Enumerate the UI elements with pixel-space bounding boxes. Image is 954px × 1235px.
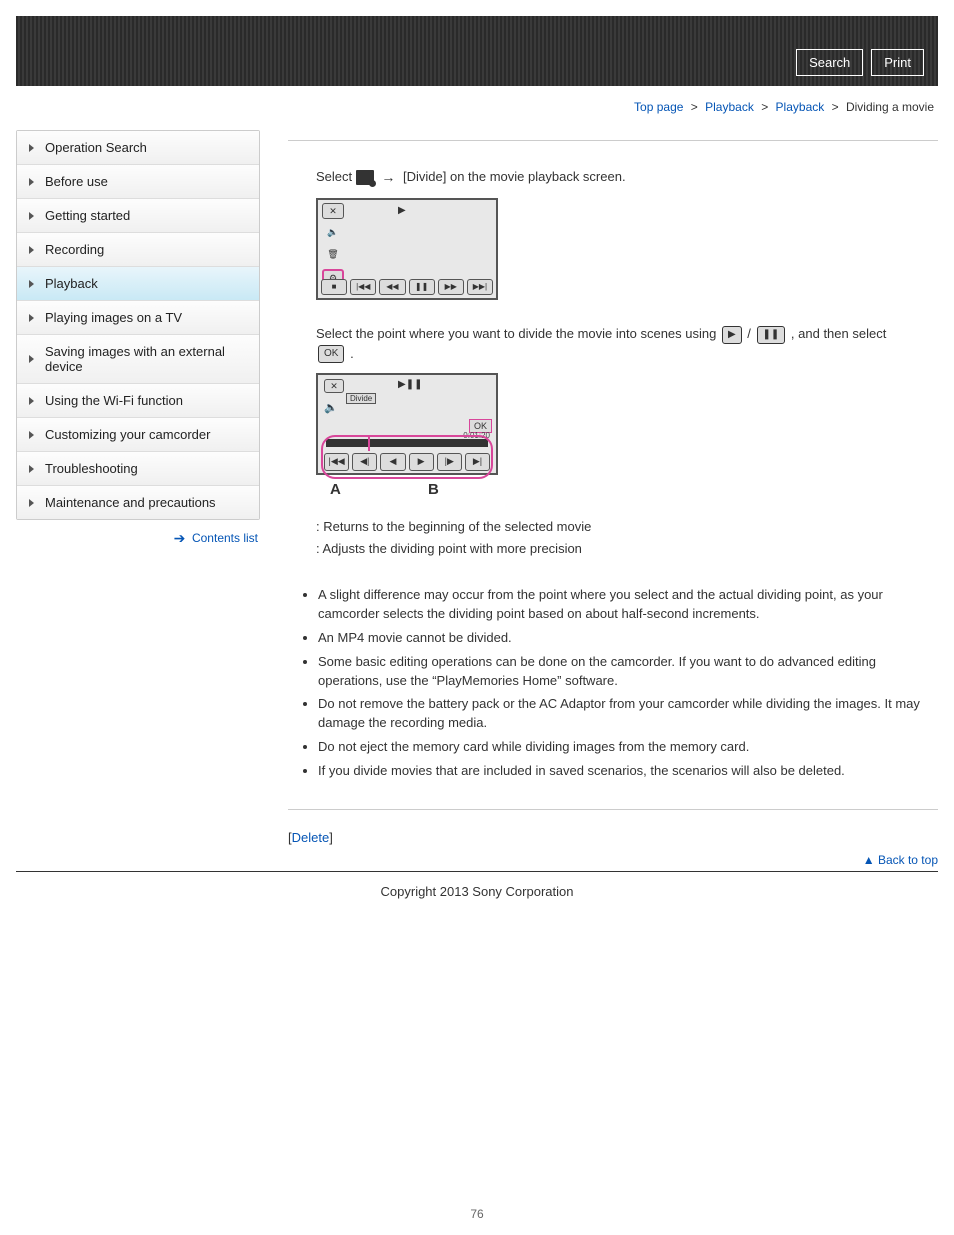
sidebar-item-playback[interactable]: Playback	[17, 267, 259, 301]
arrow-right-icon: ➔	[174, 530, 186, 546]
arrow-right-icon: →	[381, 169, 395, 185]
prev-icon: |◀◀	[350, 279, 376, 295]
pause-icon: ❚❚	[757, 326, 786, 344]
play-icon: ▶	[722, 326, 742, 344]
sidebar-item-troubleshooting[interactable]: Troubleshooting	[17, 452, 259, 486]
top-rule	[288, 140, 938, 141]
sidebar-item-recording[interactable]: Recording	[17, 233, 259, 267]
header-buttons: Search Print	[796, 49, 924, 76]
contents-link-wrap: ➔ Contents list	[16, 520, 260, 557]
bottom-rule	[288, 809, 938, 810]
breadcrumb: Top page > Playback > Playback > Dividin…	[16, 94, 938, 130]
step2-slash: /	[747, 326, 754, 341]
sidebar-item-customizing[interactable]: Customizing your camcorder	[17, 418, 259, 452]
rewind-icon: ◀◀	[379, 279, 405, 295]
ok-icon: OK	[318, 345, 344, 363]
note-item: Do not eject the memory card while divid…	[318, 738, 938, 757]
contents-list-link[interactable]: Contents list	[192, 531, 258, 545]
sidebar-item-maintenance[interactable]: Maintenance and precautions	[17, 486, 259, 519]
search-button[interactable]: Search	[796, 49, 863, 76]
play-indicator-icon: ▶	[398, 205, 406, 216]
page-number: 76	[0, 1207, 954, 1221]
note-item: Do not remove the battery pack or the AC…	[318, 695, 938, 733]
divide-screen-illustration: ✕ 🔈 ▶❚❚ Divide OK 0:01:20 |◀◀ ◀| ◀ ▶	[316, 373, 498, 475]
notes-section: A slight difference may occur from the p…	[288, 586, 938, 781]
step-1: Select → [Divide] on the movie playback …	[316, 167, 938, 300]
close-icon: ✕	[322, 203, 344, 219]
forward-icon: ▶▶	[438, 279, 464, 295]
breadcrumb-sep: >	[757, 100, 772, 114]
breadcrumb-sep: >	[687, 100, 702, 114]
breadcrumb-current: Dividing a movie	[846, 100, 934, 114]
sidebar-nav: Operation Search Before use Getting star…	[16, 130, 260, 520]
step2-pre: Select the point where you want to divid…	[316, 326, 720, 341]
note-item: If you divide movies that are included i…	[318, 762, 938, 781]
back-to-top-wrap: ▲ Back to top	[288, 853, 938, 867]
play-pause-icon: ▶❚❚	[398, 379, 422, 390]
step-2: Select the point where you want to divid…	[316, 324, 938, 558]
descriptions: : Returns to the beginning of the select…	[316, 517, 938, 558]
print-button[interactable]: Print	[871, 49, 924, 76]
page-rule	[16, 871, 938, 872]
note-item: A slight difference may occur from the p…	[318, 586, 938, 624]
sidebar-item-playing-tv[interactable]: Playing images on a TV	[17, 301, 259, 335]
divide-label: Divide	[346, 393, 376, 404]
main-content: Select → [Divide] on the movie playback …	[288, 130, 938, 867]
sidebar-item-before-use[interactable]: Before use	[17, 165, 259, 199]
breadcrumb-top[interactable]: Top page	[634, 100, 683, 114]
ab-labels: A B	[316, 481, 498, 499]
label-b: B	[428, 481, 439, 498]
sidebar-item-getting-started[interactable]: Getting started	[17, 199, 259, 233]
step2-post: , and then select	[791, 326, 886, 341]
related-links: [Delete]	[288, 830, 938, 845]
desc-a: : Returns to the beginning of the select…	[316, 517, 938, 537]
note-item: Some basic editing operations can be don…	[318, 653, 938, 691]
tool-menu-icon	[356, 170, 374, 185]
header-bar: Search Print	[16, 16, 938, 86]
note-item: An MP4 movie cannot be divided.	[318, 629, 938, 648]
volume-icon: 🔈	[322, 225, 344, 241]
sidebar-item-wifi[interactable]: Using the Wi-Fi function	[17, 384, 259, 418]
back-to-top-link[interactable]: Back to top	[878, 853, 938, 867]
pause-icon: ❚❚	[409, 279, 435, 295]
copyright: Copyright 2013 Sony Corporation	[16, 880, 938, 919]
sidebar: Operation Search Before use Getting star…	[16, 130, 260, 557]
trash-icon: 🗑	[322, 247, 344, 263]
step2-end: .	[350, 346, 354, 361]
breadcrumb-sep: >	[828, 100, 843, 114]
highlight-oval	[321, 435, 493, 479]
breadcrumb-playback2[interactable]: Playback	[776, 100, 825, 114]
playback-screen-illustration: ✕ 🔈 🗑 ⚙ ▶ ■ |◀◀ ◀◀ ❚❚ ▶▶ ▶▶|	[316, 198, 498, 300]
sidebar-item-operation-search[interactable]: Operation Search	[17, 131, 259, 165]
up-triangle-icon: ▲	[863, 853, 875, 867]
label-a: A	[330, 481, 341, 498]
related-delete-link[interactable]: Delete	[292, 830, 330, 845]
close-icon: ✕	[324, 379, 344, 393]
next-icon: ▶▶|	[467, 279, 493, 295]
step1-text: Select → [Divide] on the movie playback …	[316, 167, 938, 188]
step1-post: [Divide] on the movie playback screen.	[403, 169, 626, 184]
step2-text: Select the point where you want to divid…	[316, 324, 938, 363]
volume-icon: 🔈	[324, 401, 338, 414]
sidebar-item-saving-external[interactable]: Saving images with an external device	[17, 335, 259, 384]
stop-icon: ■	[321, 279, 347, 295]
breadcrumb-playback1[interactable]: Playback	[705, 100, 754, 114]
step1-pre: Select	[316, 169, 356, 184]
desc-b: : Adjusts the dividing point with more p…	[316, 539, 938, 559]
